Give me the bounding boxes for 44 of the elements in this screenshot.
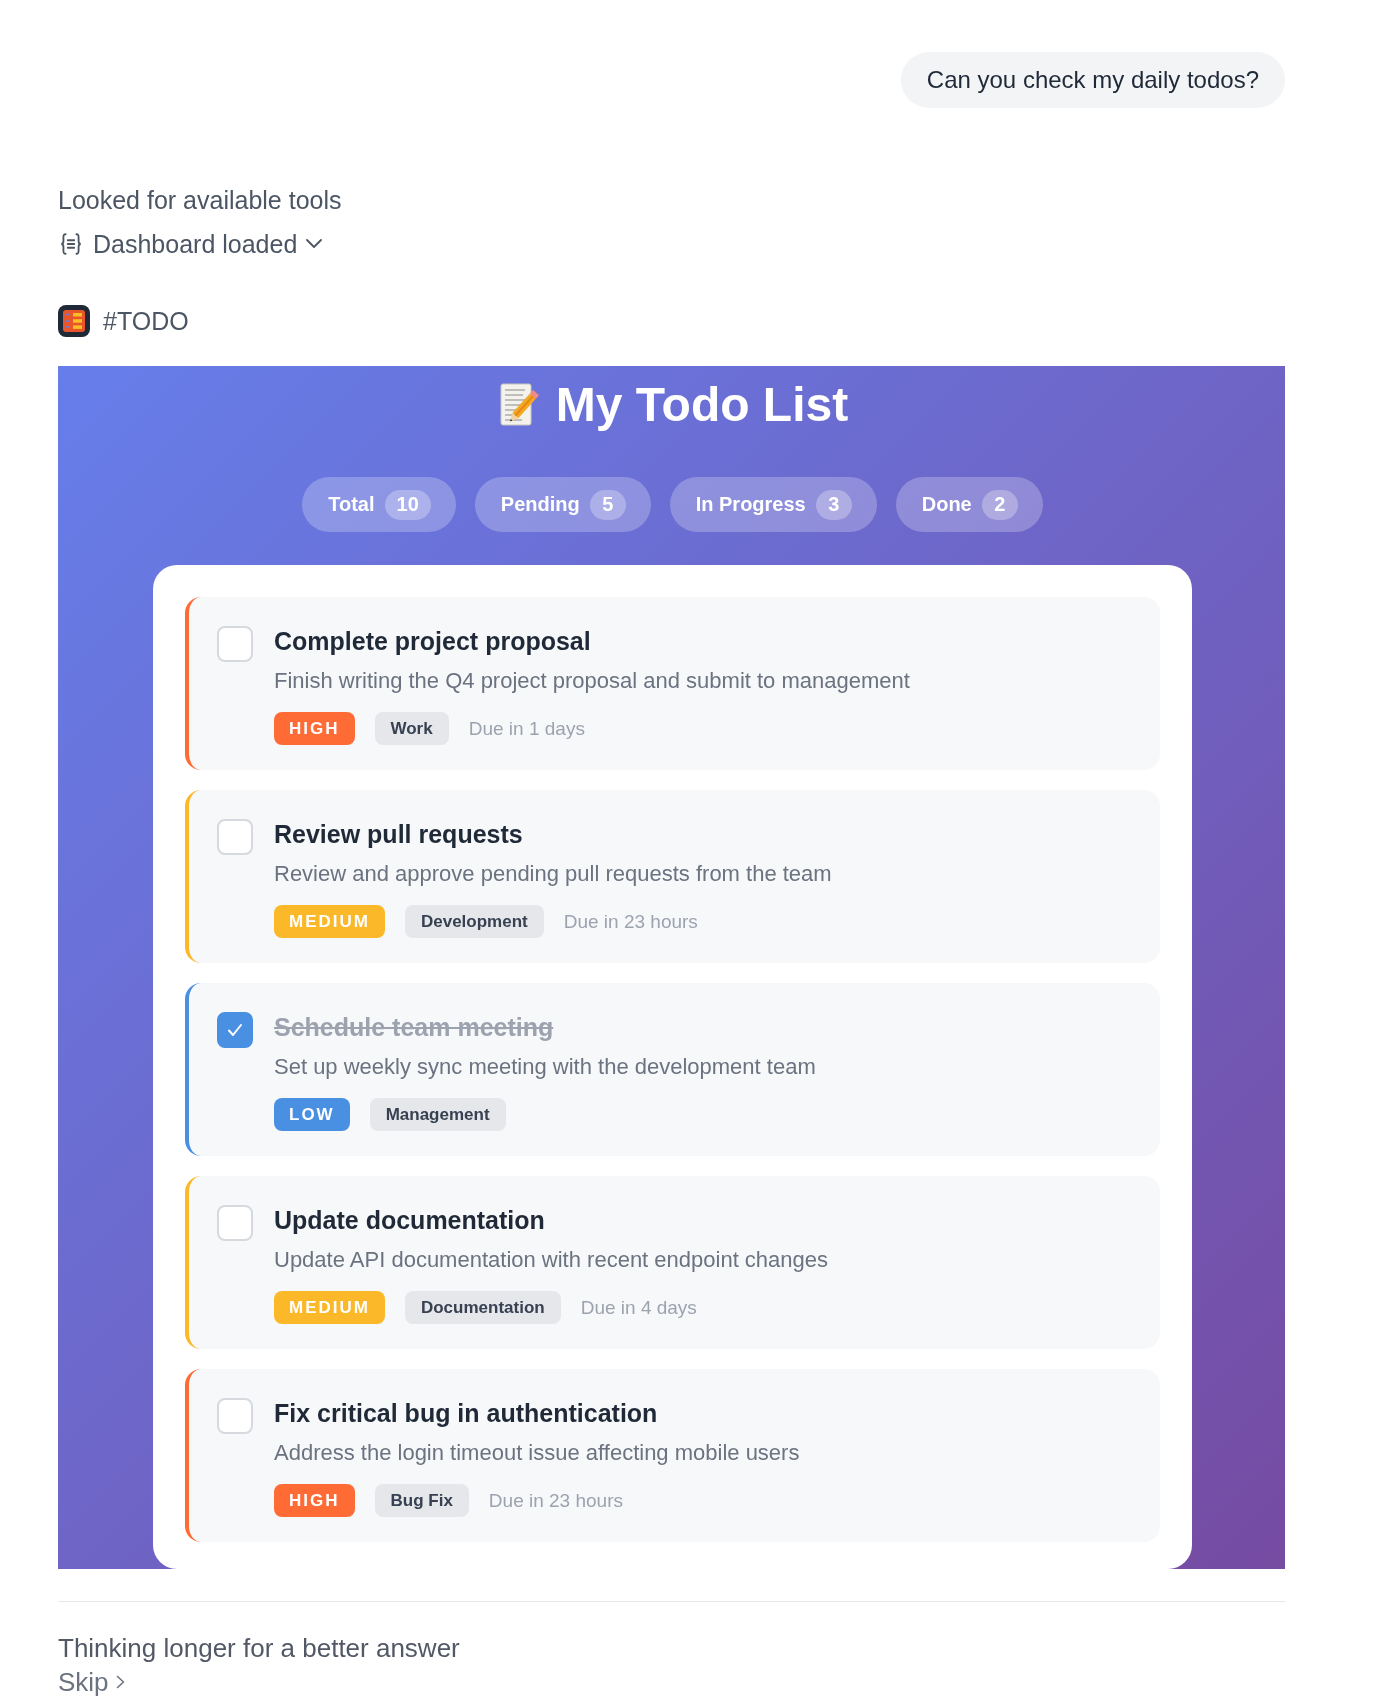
user-message-bubble: Can you check my daily todos?: [900, 52, 1285, 108]
priority-badge: MEDIUM: [274, 905, 385, 938]
category-tag: Work: [374, 712, 449, 745]
stat-count: 2: [981, 489, 1018, 520]
todo-title: Update documentation: [274, 1205, 545, 1235]
braces-icon: [58, 231, 84, 257]
chevron-right-icon: [115, 1675, 125, 1689]
list-tile-icon: [58, 305, 90, 337]
thinking-status-text: Thinking longer for a better answer: [58, 1632, 460, 1664]
stat-label: Done: [921, 493, 972, 516]
skip-button[interactable]: Skip: [58, 1668, 125, 1696]
priority-badge: HIGH: [274, 1484, 355, 1517]
due-text: Due in 23 hours: [488, 1489, 623, 1512]
priority-badge: HIGH: [274, 712, 355, 745]
stat-count: 3: [815, 489, 852, 520]
todo-title: Complete project proposal: [274, 626, 591, 656]
priority-badge: LOW: [274, 1098, 350, 1131]
todo-title: Review pull requests: [274, 819, 523, 849]
category-tag: Bug Fix: [374, 1484, 469, 1517]
dashboard-title: My Todo List: [555, 377, 849, 433]
status-text: Looked for available tools: [58, 185, 342, 216]
checkbox[interactable]: [217, 1012, 253, 1048]
stat-count: 10: [384, 489, 431, 520]
checkmark-icon: [226, 1021, 244, 1039]
todo-description: Set up weekly sync meeting with the development team: [274, 1053, 816, 1081]
category-tag: Development: [404, 905, 544, 938]
stat-count: 5: [589, 489, 626, 520]
due-text: Due in 23 hours: [563, 910, 698, 933]
category-tag: Management: [369, 1098, 506, 1131]
priority-badge: MEDIUM: [274, 1291, 385, 1324]
todo-description: Update API documentation with recent endpoint changes: [274, 1246, 829, 1274]
stat-label: In Progress: [695, 493, 806, 516]
app-name: #TODO: [103, 306, 189, 337]
todo-title: Fix critical bug in authentication: [274, 1398, 658, 1428]
due-text: Due in 1 days: [468, 717, 585, 740]
todo-description: Address the login timeout issue affecting mobile users: [274, 1439, 800, 1467]
todo-description: Review and approve pending pull requests from the team: [274, 860, 832, 888]
todo-title: Schedule team meeting: [274, 1012, 554, 1042]
category-tag: Documentation: [404, 1291, 561, 1324]
stat-label: Total: [328, 493, 375, 516]
dashboard-loaded-toggle[interactable]: Dashboard loaded: [58, 228, 323, 260]
stat-label: Pending: [500, 493, 580, 516]
due-text: Due in 4 days: [580, 1296, 697, 1319]
todo-description: Finish writing the Q4 project proposal and submit to management: [274, 667, 910, 695]
